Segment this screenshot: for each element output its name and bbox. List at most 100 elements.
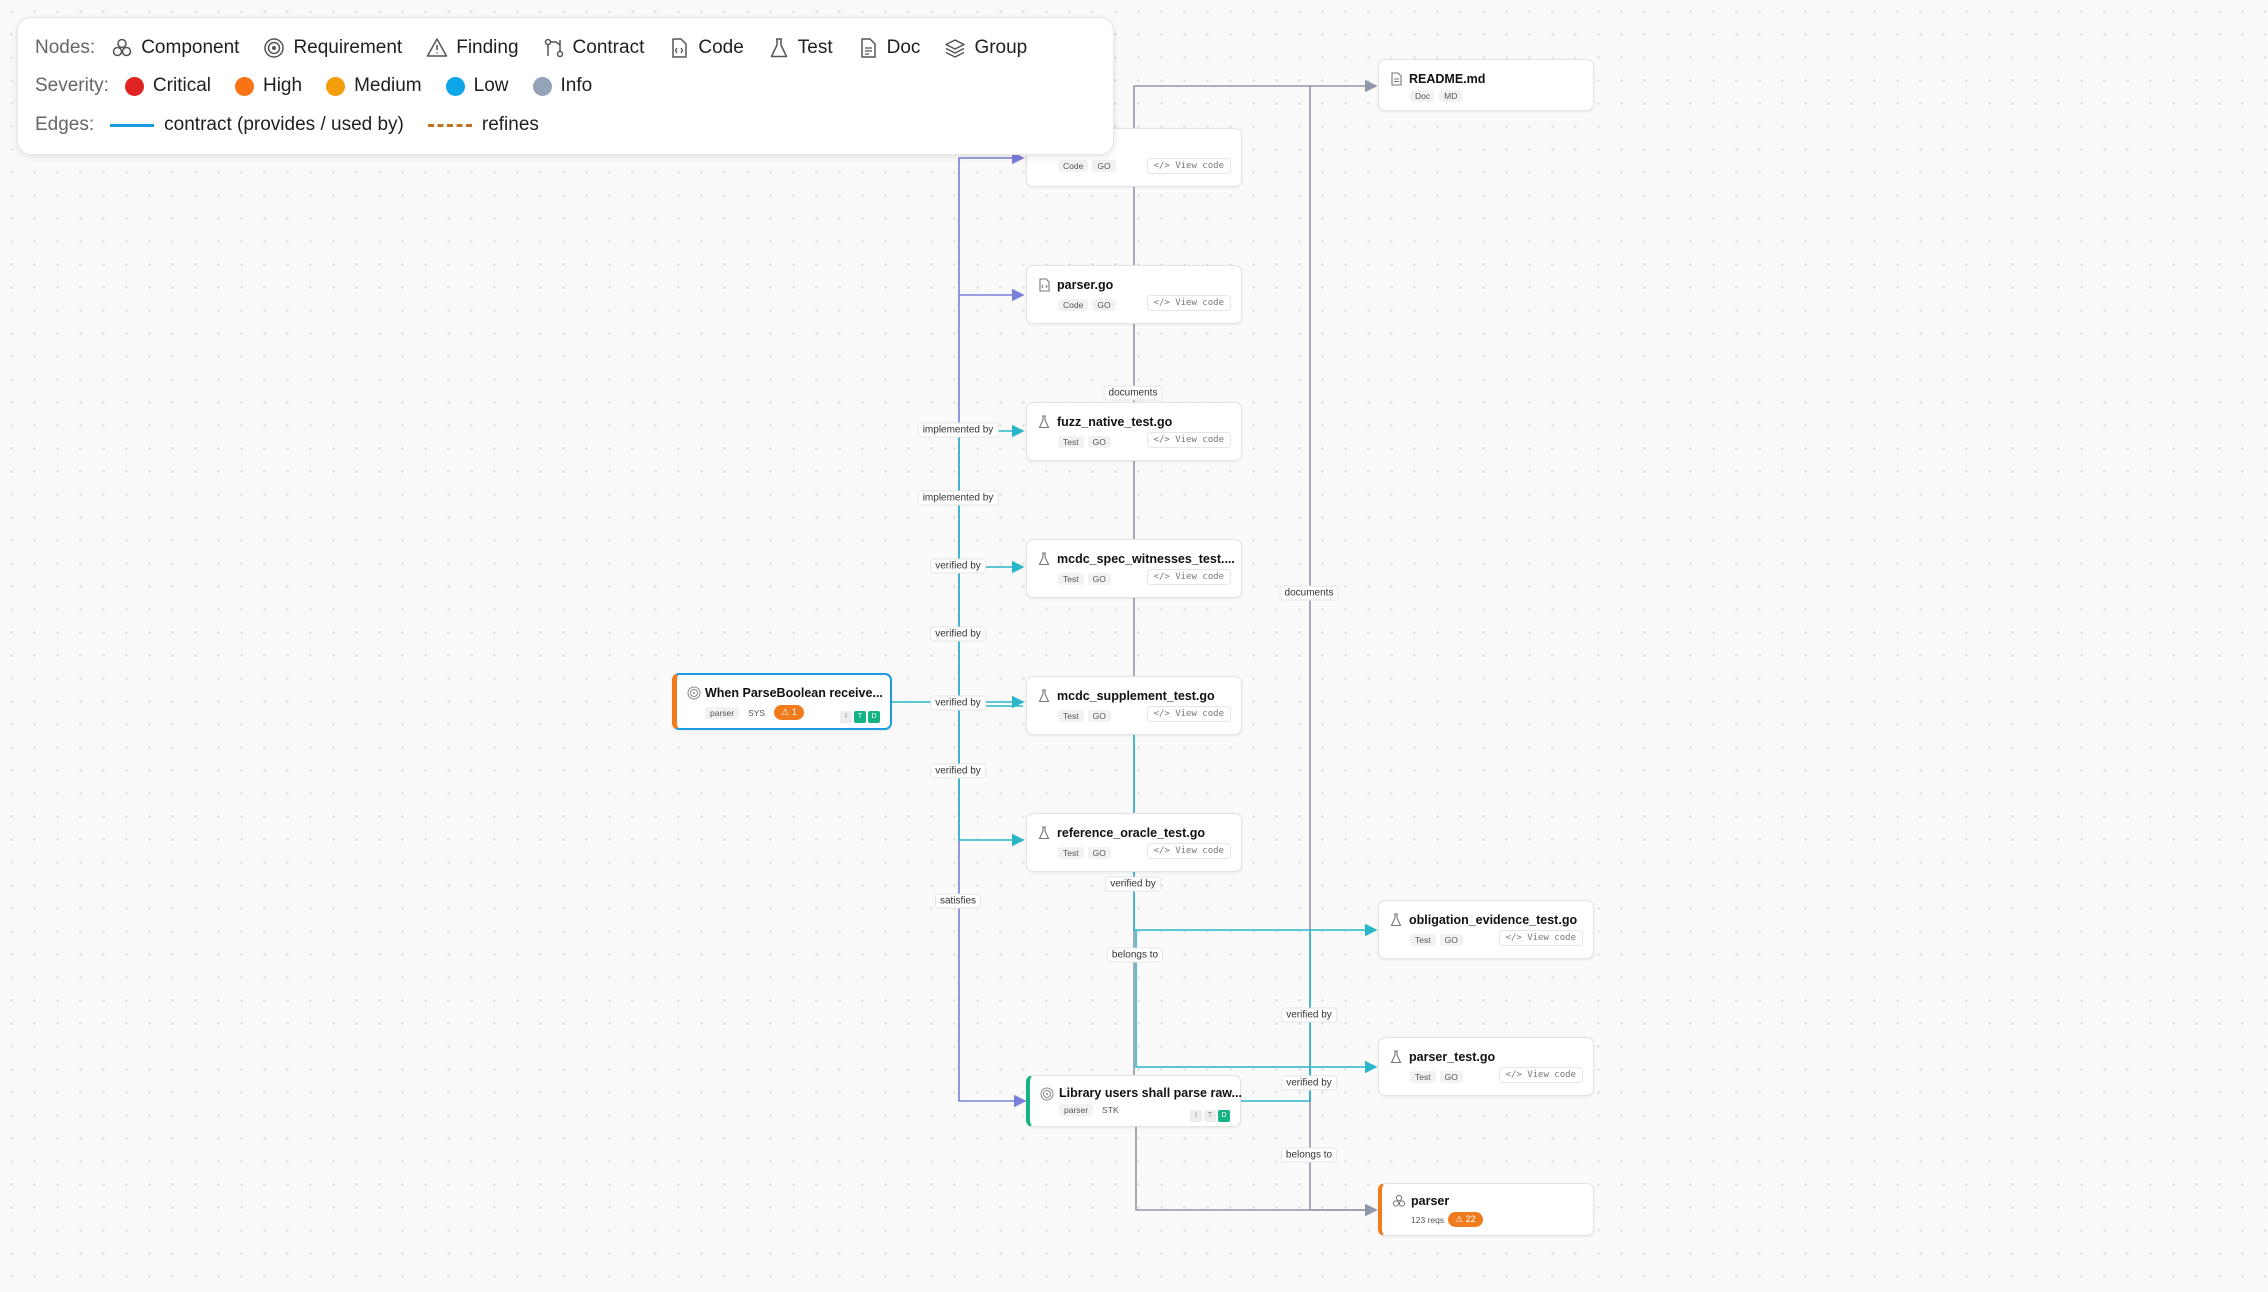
requirement-count: 123 reqs [1411,1214,1445,1225]
requirement-node-stk[interactable]: Library users shall parse raw... parser … [1026,1075,1242,1127]
code-file-icon [1039,278,1050,292]
legend-panel: Nodes: Component Requirement Finding Con… [17,17,1114,155]
finding-count: 1 [791,707,797,717]
flask-icon [1390,1050,1402,1064]
language-tag: GO [1092,160,1116,172]
legend-severity-text: High [262,75,303,96]
node-type-tag: Test [1410,934,1436,946]
legend-severity-text: Critical [152,75,211,96]
group-tag: parser [1059,1104,1094,1116]
test-node-obligation-evidence[interactable]: obligation_evidence_test.go Test GO </> … [1378,900,1594,959]
legend-node-label: Component [141,37,240,58]
test-node-mcdc-supplement[interactable]: mcdc_supplement_test.go Test GO </> View… [1026,676,1242,735]
flask-icon [1038,415,1050,429]
view-code-button[interactable]: </> View code [1146,295,1231,311]
doc-node-readme[interactable]: README.md Doc MD [1378,59,1594,111]
code-file-icon [672,38,688,58]
edge-label-verified-by: verified by [930,763,986,779]
flask-icon [1038,552,1050,566]
requirement-node-sys[interactable]: When ParseBoolean receive... parser SYS … [672,673,892,730]
document-icon [860,38,876,58]
view-code-button[interactable]: </> View code [1146,158,1231,174]
document-icon [1391,72,1402,86]
edge-label-implemented-by: implemented by [917,422,999,438]
view-code-button[interactable]: </> View code [1146,569,1231,585]
trace-chip-d: D [868,711,880,723]
finding-badge: ⚠ 22 [1448,1212,1483,1227]
node-type-tag: Test [1058,436,1084,448]
node-type-tag: Test [1410,1071,1436,1083]
legend-node-label: Contract [572,37,645,58]
view-code-button[interactable]: </> View code [1498,930,1583,946]
edge-verified-obligation [1133,868,1378,937]
node-type-tag: Doc [1410,90,1436,102]
node-title: obligation_evidence_test.go [1409,913,1578,927]
edge-label-satisfies: satisfies [934,893,982,909]
legend-severity-label: Severity: [35,75,109,96]
legend-node-label: Test [797,37,833,58]
node-title: mcdc_supplement_test.go [1057,689,1215,703]
edge-label-verified-by: verified by [930,626,986,642]
view-code-button[interactable]: </> View code [1146,706,1231,722]
edge-stk-component [1135,1124,1378,1217]
contract-icon [544,38,563,58]
flask-icon [1038,689,1050,703]
view-code-label: View code [1527,1070,1576,1080]
layers-icon [945,39,966,58]
legend-node-label: Requirement [293,37,403,58]
language-tag: GO [1092,299,1116,311]
view-code-label: View code [1175,161,1224,171]
legend-edge-text: refines [481,114,539,135]
trace-chip-i: I [1190,1110,1202,1122]
language-tag: GO [1439,1071,1463,1083]
language-tag: MD [1439,90,1463,102]
test-node-mcdc-spec[interactable]: mcdc_spec_witnesses_test.... Test GO </>… [1026,539,1242,598]
edge-label-verified-by: verified by [930,695,986,711]
component-icon [112,38,132,57]
view-code-label: View code [1175,572,1224,582]
legend-severity-text: Medium [354,75,422,96]
node-title: reference_oracle_test.go [1057,826,1205,840]
edge-label-implemented-by: implemented by [917,490,999,506]
legend-edges-label: Edges: [35,114,95,135]
node-title: README.md [1409,72,1486,86]
legend-edges-row: Edges: contract (provides / used by) ref… [35,114,563,136]
view-code-button[interactable]: </> View code [1146,432,1231,448]
view-code-label: View code [1175,298,1224,308]
test-node-parser-test[interactable]: parser_test.go Test GO </> View code [1378,1037,1594,1096]
legend-node-contract: Contract [543,37,645,59]
legend-severity-high: High [234,75,303,97]
legend-node-component: Component [111,37,239,59]
legend-node-doc: Doc [857,37,921,59]
code-node-parser-go[interactable]: parser.go Code GO </> View code [1026,265,1242,324]
legend-nodes-label: Nodes: [35,37,96,58]
finding-count: 22 [1465,1214,1476,1224]
view-code-label: View code [1527,933,1576,943]
legend-node-group: Group [944,37,1027,59]
dashed-line-sample [427,123,472,127]
node-type-tag: Test [1058,847,1084,859]
legend-node-label: Code [698,37,744,58]
node-type-tag: Code [1058,160,1089,172]
node-title: parser [1411,1194,1450,1208]
edge-label-verified-by: verified by [930,558,986,574]
legend-edge-contract: contract (provides / used by) [110,114,404,136]
high-dot [234,76,254,96]
trace-chip-d: D [1218,1110,1230,1122]
level-tag: STK [1097,1104,1124,1116]
legend-node-label: Doc [886,37,921,58]
trace-chip-t: T [1204,1110,1216,1122]
view-code-button[interactable]: </> View code [1146,843,1231,859]
node-type-tag: Test [1058,573,1084,585]
component-node-parser[interactable]: parser 123 reqs ⚠ 22 [1378,1183,1594,1236]
node-type-tag: Code [1058,299,1089,311]
language-tag: GO [1087,847,1111,859]
target-icon [1040,1087,1054,1101]
legend-nodes-row: Nodes: Component Requirement Finding Con… [35,37,1051,59]
view-code-button[interactable]: </> View code [1498,1067,1583,1083]
test-node-fuzz-native[interactable]: fuzz_native_test.go Test GO </> View cod… [1026,402,1242,461]
info-dot [532,76,552,96]
legend-node-label: Finding [456,37,519,58]
view-code-label: View code [1175,709,1224,719]
test-node-reference-oracle[interactable]: reference_oracle_test.go Test GO </> Vie… [1026,813,1242,872]
